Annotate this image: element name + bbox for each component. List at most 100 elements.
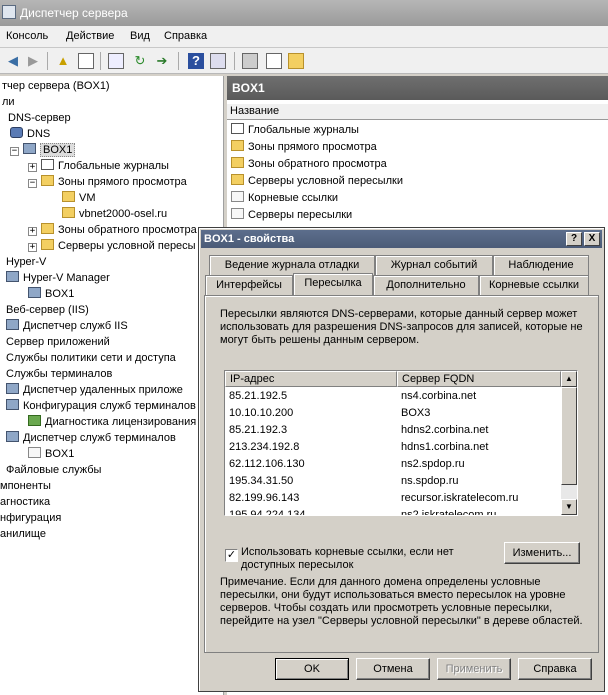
table-row[interactable]: 195.94.224.134 ns2.iskratelecom.ru — [225, 507, 561, 515]
close-icon[interactable]: X — [584, 232, 600, 246]
tree-node-global-logs[interactable]: + Глобальные журналы — [28, 158, 169, 174]
dialog-titlebar: BOX1 - свойства ? X — [201, 230, 602, 248]
tab-event-log[interactable]: Журнал событий — [375, 255, 493, 275]
menu-console[interactable]: Консоль — [6, 30, 48, 42]
expand-icon[interactable]: + — [28, 243, 37, 252]
column-header-name[interactable]: Название — [227, 104, 608, 120]
scroll-thumb[interactable] — [561, 387, 577, 485]
tree-node-hyperv-box1[interactable]: BOX1 — [28, 286, 74, 302]
tree-node-web-server[interactable]: Веб-сервер (IIS) — [6, 302, 89, 318]
ts-config-icon — [6, 399, 19, 410]
server-list-icon[interactable] — [242, 53, 258, 69]
collapse-icon[interactable]: − — [10, 147, 19, 156]
tree-node-zone-vm[interactable]: VM — [62, 190, 96, 206]
expand-icon[interactable]: + — [28, 163, 37, 172]
edit-button[interactable]: Изменить... — [504, 542, 580, 564]
table-row[interactable]: 62.112.106.130 ns2.spdop.ru — [225, 456, 561, 473]
up-folder-icon[interactable]: ▲ — [55, 53, 71, 69]
tab-advanced[interactable]: Дополнительно — [373, 275, 479, 295]
forwarders-list[interactable]: IP-адрес Сервер FQDN 85.21.192.5 ns4.corb… — [224, 370, 578, 516]
export-icon[interactable]: ➔ — [154, 53, 170, 69]
tree-node-forward-zones[interactable]: − Зоны прямого просмотра — [28, 174, 187, 190]
tree-node-hyperv[interactable]: Hyper-V — [6, 254, 46, 270]
tree-node-dns[interactable]: DNS — [10, 126, 50, 142]
help-icon[interactable]: ? — [188, 53, 204, 69]
help-icon[interactable]: ? — [566, 232, 582, 246]
help-button[interactable]: Справка — [518, 658, 592, 680]
table-row[interactable]: 85.21.192.5 ns4.corbina.net — [225, 388, 561, 405]
tree-node-zone-vbnet[interactable]: vbnet2000-osel.ru — [62, 206, 167, 222]
tree-node-ts-box1[interactable]: BOX1 — [28, 446, 74, 462]
tree-node-file-services[interactable]: Файловые службы — [6, 462, 101, 478]
list-item[interactable]: Серверы условной пересылки — [231, 173, 403, 189]
properties-icon[interactable] — [108, 53, 124, 69]
logs-icon — [41, 159, 54, 170]
tree-node-reverse-zones[interactable]: + Зоны обратного просмотра — [28, 222, 197, 238]
forwarders-note: Примечание. Если для данного домена опре… — [220, 576, 583, 627]
tree-node-box1[interactable]: − BOX1 — [10, 142, 76, 158]
tree-node-licensing-diag[interactable]: Диагностика лицензирования — [28, 414, 196, 430]
tree-node-ts-config[interactable]: Конфигурация служб терминалов — [6, 398, 196, 414]
menu-help[interactable]: Справка — [164, 30, 207, 42]
tree-node-storage[interactable]: анилище — [0, 526, 46, 542]
server-icon — [28, 287, 41, 298]
list-scrollbar[interactable]: ▲ ▼ — [561, 371, 577, 515]
tree-node-ts-manager[interactable]: Диспетчер служб терминалов — [6, 430, 176, 446]
tab-forwarders[interactable]: Пересылка — [293, 273, 373, 295]
collapse-icon[interactable]: − — [28, 179, 37, 188]
tree-node-nps[interactable]: Службы политики сети и доступа — [6, 350, 176, 366]
tree-node-dns-server[interactable]: DNS-сервер — [8, 110, 71, 126]
column-header-ip[interactable]: IP-адрес — [225, 371, 397, 387]
menu-view[interactable]: Вид — [130, 30, 150, 42]
column-header-fqdn[interactable]: Сервер FQDN — [397, 371, 561, 387]
scroll-down-icon[interactable]: ▼ — [561, 499, 577, 515]
tree-node-roles[interactable]: ли — [2, 94, 15, 110]
menu-bar: Консоль Действие Вид Справка — [0, 26, 608, 48]
menu-action[interactable]: Действие — [66, 30, 114, 42]
tree-node-configuration[interactable]: нфигурация — [0, 510, 61, 526]
forwarders-description: Пересылки являются DNS-серверами, которы… — [220, 308, 583, 346]
new-folder-icon[interactable] — [288, 53, 304, 69]
back-icon[interactable]: ◀ — [5, 53, 21, 69]
use-root-hints-checkbox[interactable]: ✓ — [225, 549, 238, 562]
tree-node-terminal-services[interactable]: Службы терминалов — [6, 366, 112, 382]
dns-icon — [10, 127, 23, 138]
ts-manager-icon — [6, 431, 19, 442]
table-row[interactable]: 10.10.10.200 BOX3 — [225, 405, 561, 422]
cancel-button[interactable]: Отмена — [356, 658, 430, 680]
tree-node-hyperv-manager[interactable]: Hyper-V Manager — [6, 270, 110, 286]
tree-node-app-server[interactable]: Сервер приложений — [6, 334, 110, 350]
show-hide-tree-icon[interactable] — [78, 53, 94, 69]
document-icon[interactable] — [266, 53, 282, 69]
table-row[interactable]: 85.21.192.3 hdns2.corbina.net — [225, 422, 561, 439]
properties-dialog: BOX1 - свойства ? X Ведение журнала отла… — [198, 227, 605, 692]
scroll-up-icon[interactable]: ▲ — [561, 371, 577, 387]
tree-node-features[interactable]: мпоненты — [0, 478, 51, 494]
forward-icon[interactable]: ▶ — [25, 53, 41, 69]
expand-icon[interactable]: + — [28, 227, 37, 236]
tree-node-root[interactable]: тчер сервера (BOX1) — [2, 78, 110, 94]
table-row[interactable]: 82.199.96.143 recursor.iskratelecom.ru — [225, 490, 561, 507]
list-item[interactable]: Корневые ссылки — [231, 190, 338, 206]
tab-monitoring[interactable]: Наблюдение — [493, 255, 589, 275]
table-row[interactable]: 195.34.31.50 ns.spdop.ru — [225, 473, 561, 490]
toolbar: ◀ ▶ ▲ ↻ ➔ ? — [0, 48, 608, 74]
tree-node-conditional-forwarders[interactable]: + Серверы условной пересы — [28, 238, 196, 254]
tab-root-hints[interactable]: Корневые ссылки — [479, 275, 589, 295]
tree-node-remoteapp[interactable]: Диспетчер удаленных приложе — [6, 382, 183, 398]
list-item[interactable]: Зоны прямого просмотра — [231, 139, 377, 155]
tree-node-diagnostics[interactable]: агностика — [0, 494, 50, 510]
list-item[interactable]: Серверы пересылки — [231, 207, 352, 223]
forwarders-icon — [231, 208, 244, 219]
list-item[interactable]: Глобальные журналы — [231, 122, 359, 138]
action-pane-icon[interactable] — [210, 53, 226, 69]
list-item[interactable]: Зоны обратного просмотра — [231, 156, 387, 172]
apply-button[interactable]: Применить — [437, 658, 511, 680]
table-row[interactable]: 213.234.192.8 hdns1.corbina.net — [225, 439, 561, 456]
refresh-icon[interactable]: ↻ — [132, 53, 148, 69]
iis-icon — [6, 319, 19, 330]
tab-interfaces[interactable]: Интерфейсы — [205, 275, 293, 295]
ok-button[interactable]: OK — [275, 658, 349, 680]
tree-node-iis-manager[interactable]: Диспетчер служб IIS — [6, 318, 128, 334]
tab-debug-logging[interactable]: Ведение журнала отладки — [209, 255, 375, 275]
